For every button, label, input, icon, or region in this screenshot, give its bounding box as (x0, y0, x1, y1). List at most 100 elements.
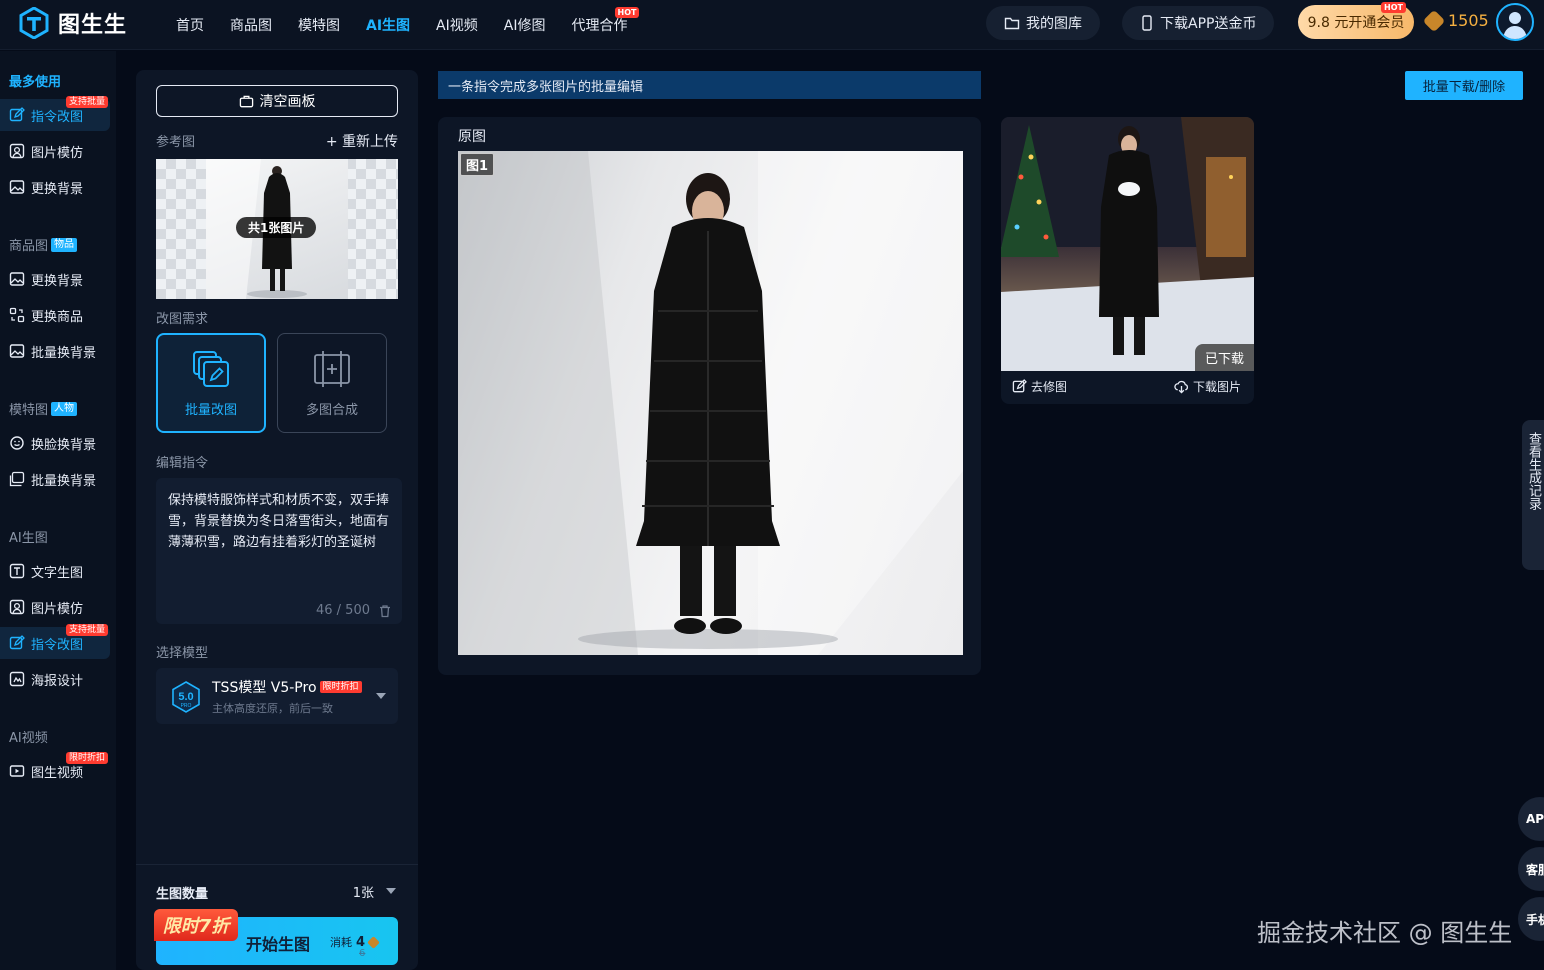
face-swap-icon (10, 436, 24, 450)
generate-footer: 生图数量 1张 限时7折 开始生图 消耗 4 6 (136, 864, 418, 970)
phone-icon (1142, 15, 1152, 31)
downloaded-badge: 已下载 (1194, 344, 1254, 371)
batch-support-badge: 支持批量 (65, 624, 108, 636)
result-photo[interactable]: 已下载 (1001, 117, 1254, 371)
download-image-button[interactable]: 下载图片 (1174, 378, 1241, 395)
generate-button[interactable]: 限时7折 开始生图 消耗 4 6 (154, 909, 398, 965)
mobile-float-button[interactable]: 手机 (1518, 897, 1544, 941)
vip-button[interactable]: 9.8 元开通会员 HOT (1298, 2, 1414, 39)
app-logo[interactable]: 图生生 (18, 7, 127, 39)
edit-panel: 清空画板 参考图 + 重新上传 共1张图片 改图需求 批量改图 多图合成 编辑指… (136, 70, 418, 970)
svg-text:PRO: PRO (181, 703, 192, 709)
retouch-button[interactable]: 去修图 (1012, 378, 1067, 395)
coin-balance[interactable]: 1505 (1422, 9, 1489, 32)
coin-icon (1422, 9, 1446, 32)
trash-icon[interactable] (378, 604, 392, 618)
api-float-button[interactable]: API (1518, 797, 1544, 841)
discount-badge: 限时7折 (154, 909, 238, 941)
sidebar-item-image-to-video[interactable]: 图生视频 限时折扣 (0, 752, 110, 787)
folder-icon (1004, 17, 1020, 30)
hot-badge: HOT (614, 7, 640, 18)
sidebar-section-product: 商品图 物品 (9, 235, 78, 254)
image-swap-icon (9, 180, 25, 194)
model-name: TSS模型 V5-Pro (212, 680, 317, 696)
generate-label: 开始生图 (246, 935, 311, 954)
mode-multi-compose[interactable]: 多图合成 (277, 333, 387, 433)
sidebar-item-instruction-edit-2[interactable]: 指令改图 支持批量 (0, 624, 110, 659)
model-label: 选择模型 (156, 646, 209, 661)
customer-service-button[interactable]: 客服 (1518, 847, 1544, 891)
reference-label: 参考图 (156, 135, 196, 150)
sidebar-section-ai-video: AI视频 (9, 731, 48, 746)
model-logo-icon: 5.0 PRO (172, 681, 200, 713)
chevron-down-icon[interactable] (386, 888, 396, 894)
nav-ai-image[interactable]: AI生图 (366, 15, 410, 35)
original-photo[interactable]: 图1 (458, 151, 963, 655)
portrait-icon (9, 143, 25, 159)
avatar[interactable] (1496, 3, 1534, 41)
nav-home[interactable]: 首页 (176, 15, 204, 35)
cloud-download-icon (1174, 380, 1189, 394)
product-swap-icon (9, 307, 25, 323)
discount-tag: 限时折扣 (319, 681, 362, 693)
image-swap-icon (9, 272, 25, 286)
sidebar-item-change-product[interactable]: 更换商品 (0, 299, 110, 331)
instruction-counter: 46 / 500 (316, 603, 392, 618)
quantity-label: 生图数量 (156, 887, 209, 902)
sidebar-section-ai-image: AI生图 (9, 531, 48, 546)
text-image-icon (9, 563, 25, 579)
edit-icon (9, 635, 25, 650)
coin-icon (367, 935, 380, 949)
result-card: 已下载 去修图 下载图片 (1001, 117, 1254, 404)
image-count-badge: 共1张图片 (236, 217, 317, 238)
history-side-tab[interactable]: 查看生成记录 (1522, 420, 1544, 570)
instruction-text: 保持模特服饰样式和材质不变，双手捧雪，背景替换为冬日落雪街头，地面有薄薄积雪，路… (168, 493, 390, 550)
instruction-label: 编辑指令 (156, 456, 209, 471)
sidebar-item-instruction-edit[interactable]: 指令改图 支持批量 (0, 96, 110, 131)
sidebar-item-image-imitate-2[interactable]: 图片模仿 (0, 591, 110, 623)
original-image-panel: 原图 图1 (438, 117, 981, 675)
hot-badge: HOT (1381, 2, 1406, 13)
batch-image-icon (9, 471, 25, 487)
model-description: 主体高度还原，前后一致 (212, 702, 333, 715)
sidebar-item-batch-background[interactable]: 批量换背景 (0, 335, 110, 367)
sidebar-item-image-imitate[interactable]: 图片模仿 (0, 135, 110, 167)
sidebar: 最多使用 指令改图 支持批量 图片模仿 更换背景 商品图 物品 更换背景 更换商品… (0, 51, 116, 970)
edit-icon (1012, 379, 1027, 393)
reference-image[interactable]: 共1张图片 (156, 159, 398, 299)
cost-info: 消耗 4 (330, 934, 380, 950)
info-banner: 一条指令完成多张图片的批量编辑 (438, 71, 981, 99)
reupload-link[interactable]: + 重新上传 (326, 131, 398, 151)
chevron-down-icon (376, 693, 386, 699)
nav-ai-retouch[interactable]: AI修图 (504, 15, 546, 35)
batch-edit-icon (193, 350, 229, 387)
poster-icon (9, 671, 25, 687)
model-select[interactable]: 5.0 PRO TSS模型 V5-Pro 限时折扣 主体高度还原，前后一致 (156, 668, 398, 724)
download-app-button[interactable]: 下载APP送金币 (1122, 6, 1275, 40)
sidebar-section-frequent: 最多使用 (9, 75, 62, 90)
edit-icon (9, 107, 25, 122)
logo-icon (19, 7, 49, 39)
sidebar-section-model: 模特图 人物 (9, 399, 78, 418)
sidebar-item-product-background[interactable]: 更换背景 (0, 263, 110, 295)
portrait-icon (9, 599, 25, 615)
nav-ai-video[interactable]: AI视频 (436, 15, 478, 35)
clear-canvas-button[interactable]: 清空画板 (156, 85, 398, 117)
my-gallery-button[interactable]: 我的图库 (986, 6, 1100, 40)
nav-product-image[interactable]: 商品图 (230, 15, 272, 35)
batch-download-delete-button[interactable]: 批量下载/删除 (1405, 71, 1523, 100)
sidebar-item-face-swap[interactable]: 换脸换背景 (0, 427, 110, 459)
sidebar-item-poster-design[interactable]: 海报设计 (0, 663, 110, 695)
sidebar-item-change-background[interactable]: 更换背景 (0, 171, 110, 203)
requirement-label: 改图需求 (156, 312, 209, 327)
quantity-select[interactable]: 1张 (353, 882, 374, 901)
top-bar: 图生生 首页 商品图 模特图 AI生图 AI视频 AI修图 代理合作 HOT 我的… (0, 0, 1544, 50)
sidebar-item-text-to-image[interactable]: 文字生图 (0, 555, 110, 587)
mode-batch-edit[interactable]: 批量改图 (156, 333, 266, 433)
sidebar-item-model-batch-background[interactable]: 批量换背景 (0, 463, 110, 495)
app-name: 图生生 (58, 13, 128, 38)
watermark: 掘金技术社区 @ 图生生 (1257, 919, 1513, 947)
nav-agency[interactable]: 代理合作 HOT (571, 7, 640, 35)
nav-model-image[interactable]: 模特图 (298, 15, 340, 35)
instruction-input[interactable]: 保持模特服饰样式和材质不变，双手捧雪，背景替换为冬日落雪街头，地面有薄薄积雪，路… (156, 478, 402, 624)
